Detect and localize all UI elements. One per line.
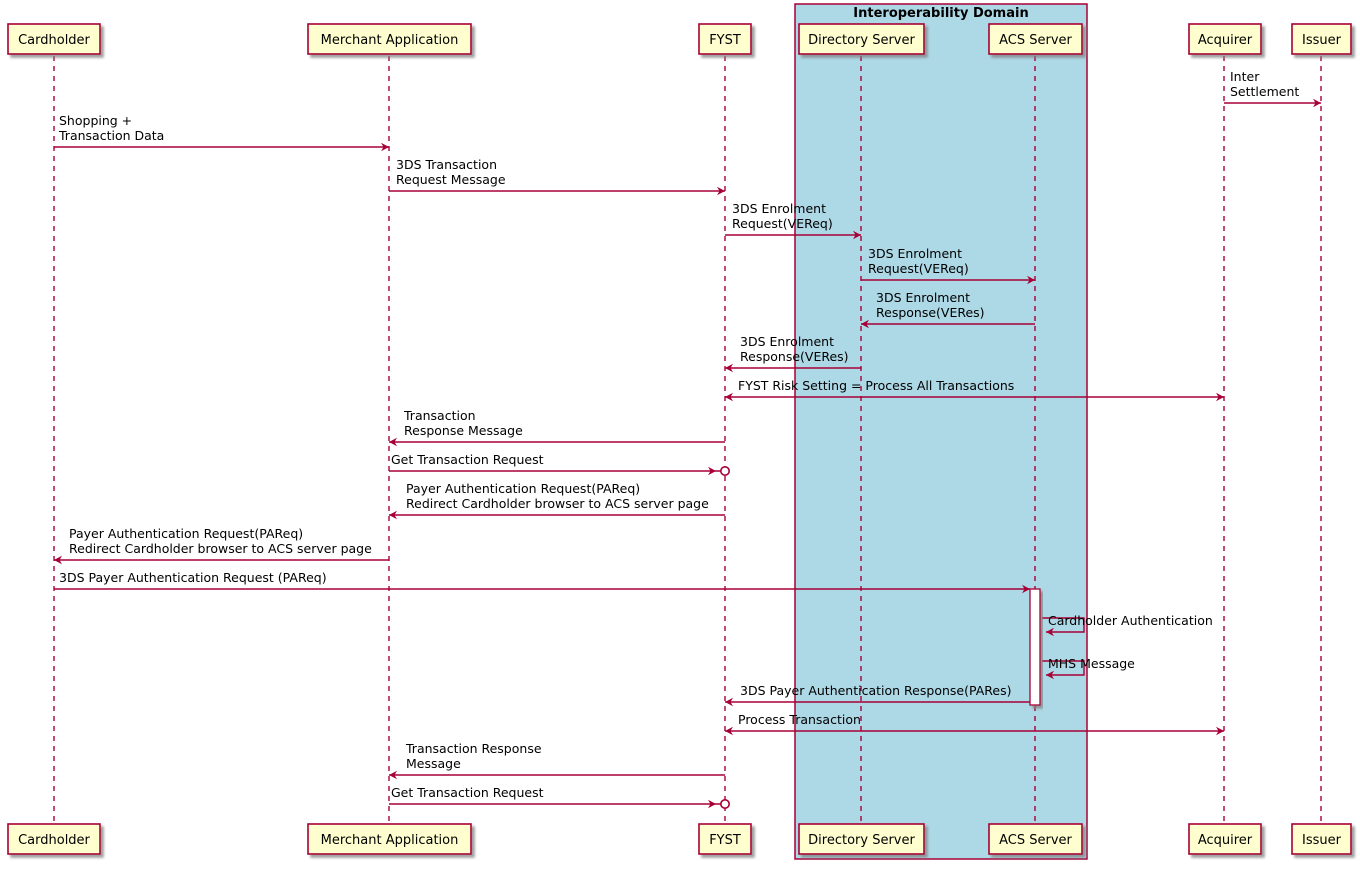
message-label: Redirect Cardholder browser to ACS serve… [406,496,709,511]
message-get-transaction-request-1: Get Transaction Request [389,452,730,476]
participant-label: Issuer [1302,833,1342,848]
message-label: Transaction Response [405,741,542,756]
message-label: 3DS Enrolment [732,201,826,216]
message-label: Get Transaction Request [391,452,544,467]
lost-message-circle [719,798,730,809]
message-label: FYST Risk Setting = Process All Transact… [738,378,1014,393]
sequence-diagram-canvas: Interoperability Domain Inter Settlement S… [0,0,1360,873]
participant-label: Merchant Application [321,833,459,848]
participant-header-acquirer[interactable]: Acquirer [1188,23,1262,55]
participant-label: ACS Server [999,33,1072,48]
participant-label: Acquirer [1198,33,1253,48]
message-shopping-transaction-data: Shopping +Transaction Data [54,113,389,152]
message-label: 3DS Payer Authentication Response(PARes) [740,683,1011,698]
participant-label: FYST [709,33,741,48]
participants-layer: Cardholder Merchant Application FYST Direct… [7,23,1352,855]
participant-label: Directory Server [808,833,915,848]
messages-layer: InterSettlement Shopping +Transaction Dat… [54,69,1321,809]
participant-footer-merchant[interactable]: Merchant Application [307,823,472,855]
activations-layer [1029,588,1041,706]
message-label: Request(VEReq) [868,261,969,276]
participant-header-issuer[interactable]: Issuer [1291,23,1352,55]
participant-footer-cardholder[interactable]: Cardholder [7,823,101,855]
message-label: Request(VEReq) [732,216,833,231]
participant-header-directory-server[interactable]: Directory Server [798,23,925,55]
participant-label: ACS Server [999,833,1072,848]
participant-label: Cardholder [18,33,90,48]
message-label: Process Transaction [738,712,861,727]
message-payer-auth-request-pareq-redirect-1: Payer Authentication Request(PAReq) Redi… [389,481,725,520]
message-label: Response(VERes) [876,305,985,320]
message-label: Settlement [1230,84,1299,99]
message-label: Response(VERes) [740,349,849,364]
message-label: Inter [1230,69,1260,84]
message-label: Get Transaction Request [391,785,544,800]
lost-message-circle [719,465,730,476]
message-label: Payer Authentication Request(PAReq) [69,526,303,541]
activation-bar-acs-server [1029,588,1041,706]
message-label: 3DS Enrolment [868,246,962,261]
participant-label: Acquirer [1198,833,1253,848]
group-box-title: Interoperability Domain [853,6,1028,21]
participant-header-cardholder[interactable]: Cardholder [7,23,101,55]
participant-label: Issuer [1302,33,1342,48]
participant-footer-fyst[interactable]: FYST [698,823,752,855]
participant-footer-directory-server[interactable]: Directory Server [798,823,925,855]
message-transaction-response-message-1: TransactionResponse Message [389,408,725,447]
message-label: Cardholder Authentication [1048,613,1213,628]
lifelines-layer [53,56,1322,822]
message-label: 3DS Transaction [396,157,497,172]
message-label: Message [406,756,461,771]
message-label: MHS Message [1048,656,1135,671]
message-label: Request Message [396,172,506,187]
participant-label: FYST [709,833,741,848]
participant-footer-issuer[interactable]: Issuer [1291,823,1352,855]
message-transaction-response-message-2: Transaction ResponseMessage [389,741,725,780]
participant-footer-acs-server[interactable]: ACS Server [988,823,1083,855]
participant-label: Directory Server [808,33,915,48]
message-label: Transaction Data [58,128,164,143]
message-label: 3DS Enrolment [740,334,834,349]
uml-sequence-svg: Interoperability Domain InterSettlementS… [7,3,1352,860]
message-get-transaction-request-2: Get Transaction Request [389,785,730,809]
participant-label: Merchant Application [321,33,459,48]
participant-footer-acquirer[interactable]: Acquirer [1188,823,1262,855]
participant-header-merchant[interactable]: Merchant Application [307,23,472,55]
participant-label: Cardholder [18,833,90,848]
message-payer-auth-request-pareq-redirect-2: Payer Authentication Request(PAReq) Redi… [54,526,389,565]
message-label: Response Message [404,423,523,438]
participant-header-acs-server[interactable]: ACS Server [988,23,1083,55]
message-inter-settlement: InterSettlement [1224,69,1321,108]
message-label: 3DS Enrolment [876,290,970,305]
participant-header-fyst[interactable]: FYST [698,23,752,55]
message-label: Redirect Cardholder browser to ACS serve… [69,541,372,556]
message-label: Shopping + [59,113,132,128]
message-label: Transaction [403,408,476,423]
message-label: Payer Authentication Request(PAReq) [406,481,640,496]
message-label: 3DS Payer Authentication Request (PAReq) [59,570,327,585]
message-3ds-transaction-request-message: 3DS TransactionRequest Message [389,157,725,196]
